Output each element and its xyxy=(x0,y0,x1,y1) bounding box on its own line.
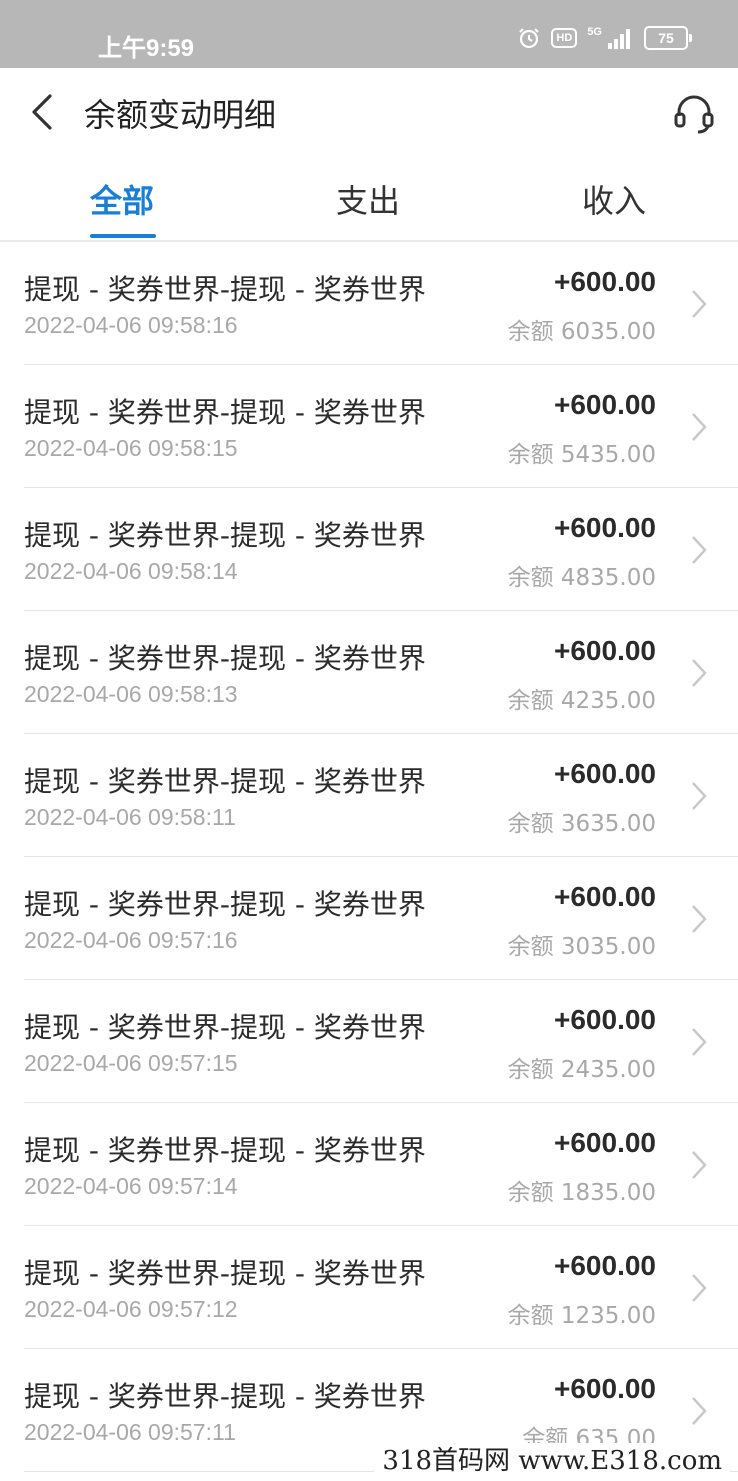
chevron-right-icon xyxy=(692,1151,707,1179)
chevron-right-icon xyxy=(692,782,707,810)
item-amount: +600.00 xyxy=(554,1004,656,1035)
item-amount: +600.00 xyxy=(554,1127,656,1158)
item-balance: 余额 4235.00 xyxy=(507,688,656,714)
alarm-icon xyxy=(519,28,540,49)
chevron-right-icon xyxy=(692,905,707,933)
headset-icon[interactable] xyxy=(672,92,716,136)
chevron-right-icon xyxy=(692,659,707,687)
item-balance: 余额 3035.00 xyxy=(507,934,656,960)
item-balance: 余额 1235.00 xyxy=(507,1303,656,1329)
item-time: 2022-04-06 09:58:11 xyxy=(24,804,236,830)
tab-bar: 全部 支出 收入 xyxy=(0,158,738,242)
item-balance: 余额 5435.00 xyxy=(507,442,656,468)
status-icons: HD 5G 75 xyxy=(517,26,692,50)
item-amount: +600.00 xyxy=(554,389,656,420)
item-time: 2022-04-06 09:57:16 xyxy=(24,927,238,953)
hd-badge: HD xyxy=(551,28,578,48)
item-balance: 余额 1835.00 xyxy=(507,1180,656,1206)
item-time: 2022-04-06 09:58:16 xyxy=(24,312,238,338)
active-tab-indicator xyxy=(90,234,156,238)
item-time: 2022-04-06 09:58:15 xyxy=(24,435,238,461)
item-amount: +600.00 xyxy=(554,881,656,912)
status-time: 上午9:59 xyxy=(98,35,195,62)
item-title: 提现 - 奖券世界-提现 - 奖券世界 xyxy=(24,273,426,306)
item-title: 提现 - 奖券世界-提现 - 奖券世界 xyxy=(24,1380,426,1413)
list-item[interactable]: 提现 - 奖券世界-提现 - 奖券世界 2022-04-06 09:57:14 … xyxy=(0,1103,738,1226)
item-balance: 余额 2435.00 xyxy=(507,1057,656,1083)
item-time: 2022-04-06 09:57:14 xyxy=(24,1173,238,1199)
item-title: 提现 - 奖券世界-提现 - 奖券世界 xyxy=(24,888,426,921)
item-time: 2022-04-06 09:57:11 xyxy=(24,1419,236,1445)
battery-icon: 75 xyxy=(644,26,692,50)
header: 余额变动明细 xyxy=(0,68,738,158)
item-title: 提现 - 奖券世界-提现 - 奖券世界 xyxy=(24,765,426,798)
item-amount: +600.00 xyxy=(554,266,656,297)
list-item[interactable]: 提现 - 奖券世界-提现 - 奖券世界 2022-04-06 09:58:13 … xyxy=(0,611,738,734)
list-item[interactable]: 提现 - 奖券世界-提现 - 奖券世界 2022-04-06 09:58:15 … xyxy=(0,365,738,488)
list-item[interactable]: 提现 - 奖券世界-提现 - 奖券世界 2022-04-06 09:57:16 … xyxy=(0,857,738,980)
chevron-right-icon xyxy=(692,1274,707,1302)
item-title: 提现 - 奖券世界-提现 - 奖券世界 xyxy=(24,642,426,675)
item-time: 2022-04-06 09:58:14 xyxy=(24,558,238,584)
item-time: 2022-04-06 09:57:12 xyxy=(24,1296,238,1322)
network-label: 5G xyxy=(587,26,602,38)
item-amount: +600.00 xyxy=(554,1250,656,1281)
watermark: 318首码网 www.E318.com xyxy=(374,1443,730,1479)
chevron-right-icon xyxy=(692,536,707,564)
item-balance: 余额 4835.00 xyxy=(507,565,656,591)
item-amount: +600.00 xyxy=(554,635,656,666)
list-item[interactable]: 提现 - 奖券世界-提现 - 奖券世界 2022-04-06 09:58:16 … xyxy=(0,242,738,365)
tab-income[interactable]: 收入 xyxy=(582,176,646,222)
list-item[interactable]: 提现 - 奖券世界-提现 - 奖券世界 2022-04-06 09:57:15 … xyxy=(0,980,738,1103)
chevron-right-icon xyxy=(692,290,707,318)
tab-expense[interactable]: 支出 xyxy=(336,176,400,222)
chevron-right-icon xyxy=(692,1397,707,1425)
item-title: 提现 - 奖券世界-提现 - 奖券世界 xyxy=(24,1134,426,1167)
item-time: 2022-04-06 09:58:13 xyxy=(24,681,238,707)
chevron-right-icon xyxy=(692,1028,707,1056)
tab-all[interactable]: 全部 xyxy=(90,176,154,222)
item-title: 提现 - 奖券世界-提现 - 奖券世界 xyxy=(24,1257,426,1290)
item-balance: 余额 6035.00 xyxy=(507,319,656,345)
item-amount: +600.00 xyxy=(554,512,656,543)
list-item[interactable]: 提现 - 奖券世界-提现 - 奖券世界 2022-04-06 09:58:14 … xyxy=(0,488,738,611)
signal-icon xyxy=(608,29,630,49)
item-amount: +600.00 xyxy=(554,1373,656,1404)
list-item[interactable]: 提现 - 奖券世界-提现 - 奖券世界 2022-04-06 09:58:11 … xyxy=(0,734,738,857)
item-title: 提现 - 奖券世界-提现 - 奖券世界 xyxy=(24,396,426,429)
chevron-right-icon xyxy=(692,413,707,441)
item-time: 2022-04-06 09:57:15 xyxy=(24,1050,238,1076)
back-button[interactable] xyxy=(26,92,60,132)
item-amount: +600.00 xyxy=(554,758,656,789)
transaction-list: 提现 - 奖券世界-提现 - 奖券世界 2022-04-06 09:58:16 … xyxy=(0,242,738,1472)
list-item[interactable]: 提现 - 奖券世界-提现 - 奖券世界 2022-04-06 09:57:12 … xyxy=(0,1226,738,1349)
status-bar: 上午9:59 HD 5G 75 xyxy=(0,0,738,68)
item-title: 提现 - 奖券世界-提现 - 奖券世界 xyxy=(24,519,426,552)
page-title: 余额变动明细 xyxy=(84,96,277,134)
item-balance: 余额 3635.00 xyxy=(507,811,656,837)
chevron-left-icon xyxy=(32,94,52,130)
item-title: 提现 - 奖券世界-提现 - 奖券世界 xyxy=(24,1011,426,1044)
